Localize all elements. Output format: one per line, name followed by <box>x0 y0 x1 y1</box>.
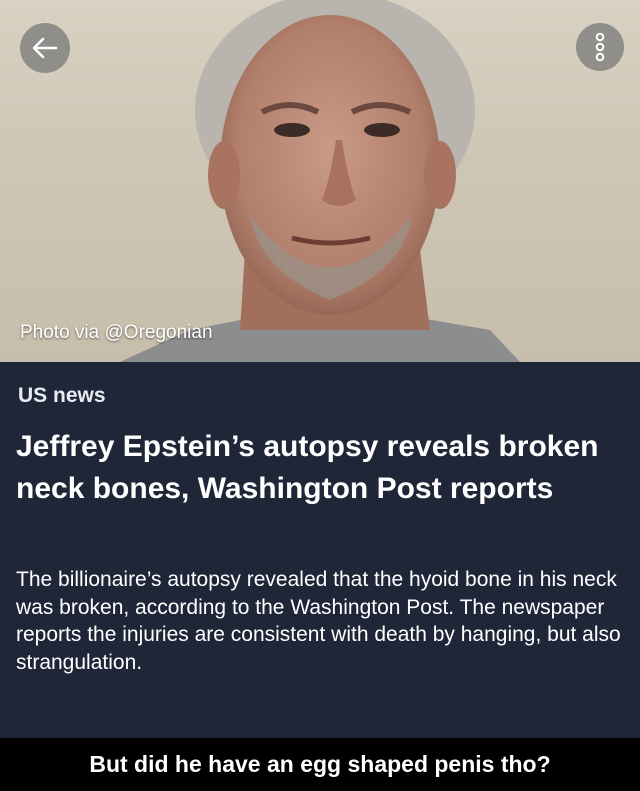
meme-screenshot: Photo via @Oregonian US news Jeffrey Eps… <box>0 0 640 791</box>
more-vertical-icon <box>595 32 605 62</box>
back-button[interactable] <box>20 23 70 73</box>
more-options-button[interactable] <box>576 23 624 71</box>
portrait-image <box>120 0 520 362</box>
article-headline[interactable]: Jeffrey Epstein’s autopsy reveals broken… <box>16 426 626 510</box>
article-summary: The billionaire’s autopsy revealed that … <box>16 568 621 674</box>
meme-caption: But did he have an egg shaped penis tho? <box>0 738 640 791</box>
article-card[interactable]: US news Jeffrey Epstein’s autopsy reveal… <box>0 362 640 738</box>
photo-credit: Photo via @Oregonian <box>20 322 213 343</box>
arrow-left-icon <box>32 37 58 59</box>
article-photo: Photo via @Oregonian <box>0 0 640 362</box>
section-label[interactable]: US news <box>18 384 106 408</box>
